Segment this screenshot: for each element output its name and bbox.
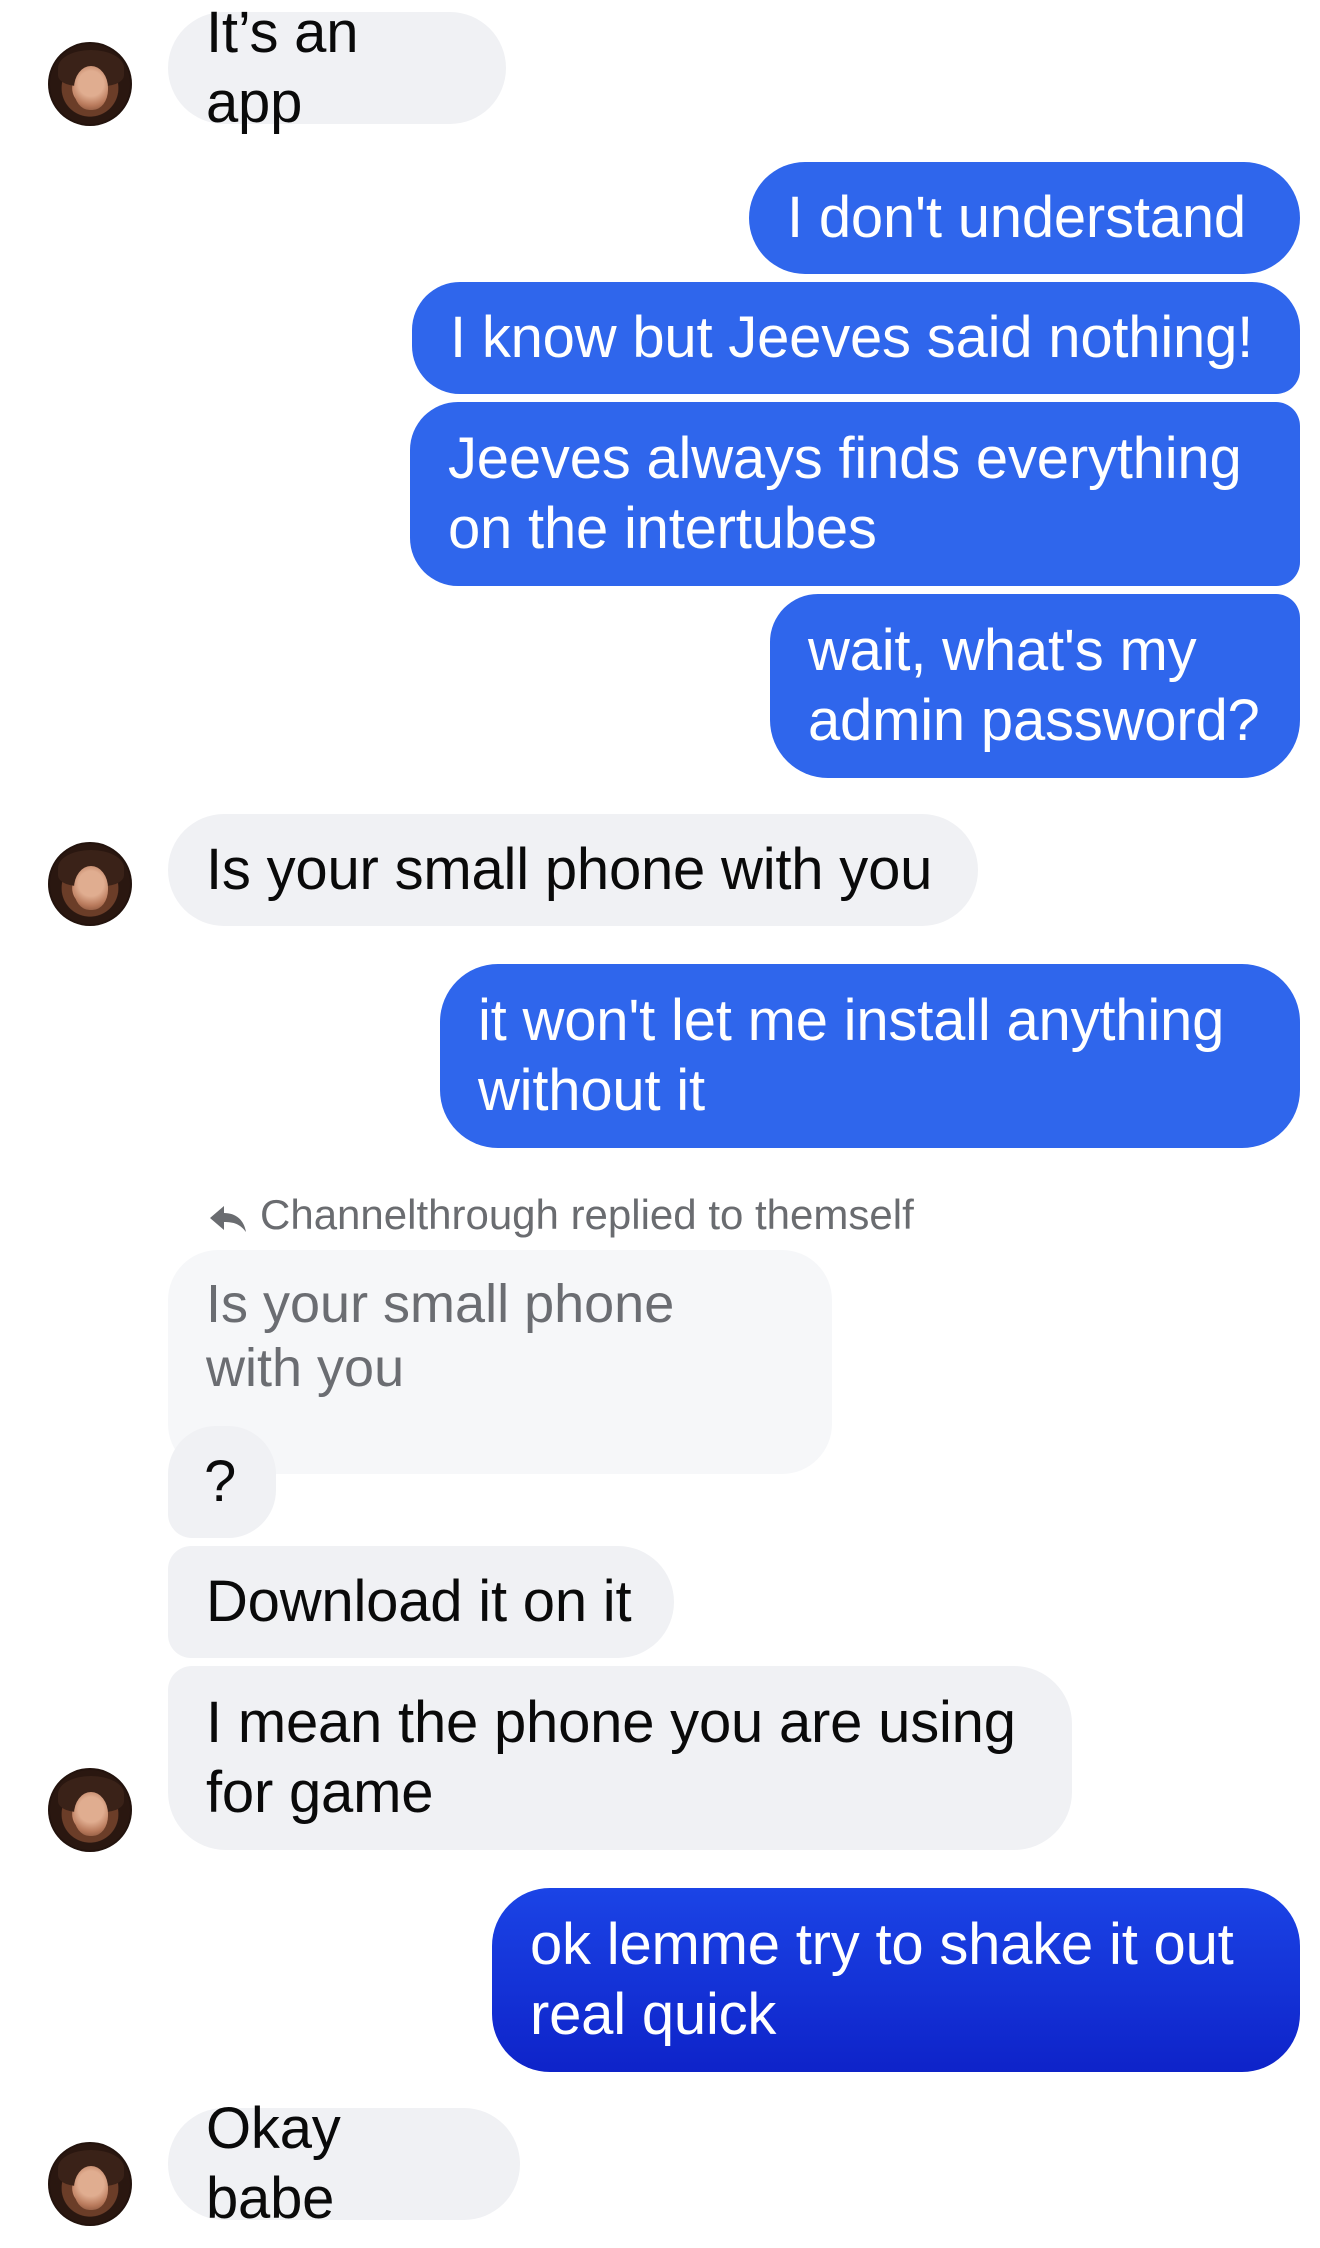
- outgoing-message[interactable]: Jeeves always finds everything on the in…: [410, 402, 1300, 586]
- outgoing-message[interactable]: it won't let me install anything without…: [440, 964, 1300, 1148]
- outgoing-message[interactable]: ok lemme try to shake it out real quick: [492, 1888, 1300, 2072]
- incoming-message[interactable]: ?: [168, 1426, 276, 1538]
- incoming-message[interactable]: Okay babe: [168, 2096, 520, 2231]
- outgoing-message[interactable]: I know but Jeeves said nothing!: [412, 282, 1300, 394]
- incoming-message[interactable]: Download it on it: [168, 1546, 674, 1658]
- reply-context: Channelthrough replied to themself: [210, 1190, 914, 1240]
- contact-avatar[interactable]: [48, 842, 132, 926]
- contact-avatar[interactable]: [48, 42, 132, 126]
- incoming-message[interactable]: It’s an app: [168, 0, 506, 135]
- incoming-message[interactable]: I mean the phone you are using for game: [168, 1666, 1072, 1850]
- quoted-message[interactable]: Is your small phone with you: [168, 1250, 832, 1474]
- outgoing-message[interactable]: wait, what's my admin password?: [770, 594, 1300, 778]
- outgoing-message[interactable]: I don't understand: [749, 162, 1300, 274]
- message-thread: It’s an app I don't understand I know bu…: [0, 0, 1320, 2248]
- reply-note-text: Channelthrough replied to themself: [260, 1191, 914, 1238]
- contact-avatar[interactable]: [48, 1768, 132, 1852]
- incoming-message[interactable]: Is your small phone with you: [168, 814, 978, 926]
- contact-avatar[interactable]: [48, 2142, 132, 2226]
